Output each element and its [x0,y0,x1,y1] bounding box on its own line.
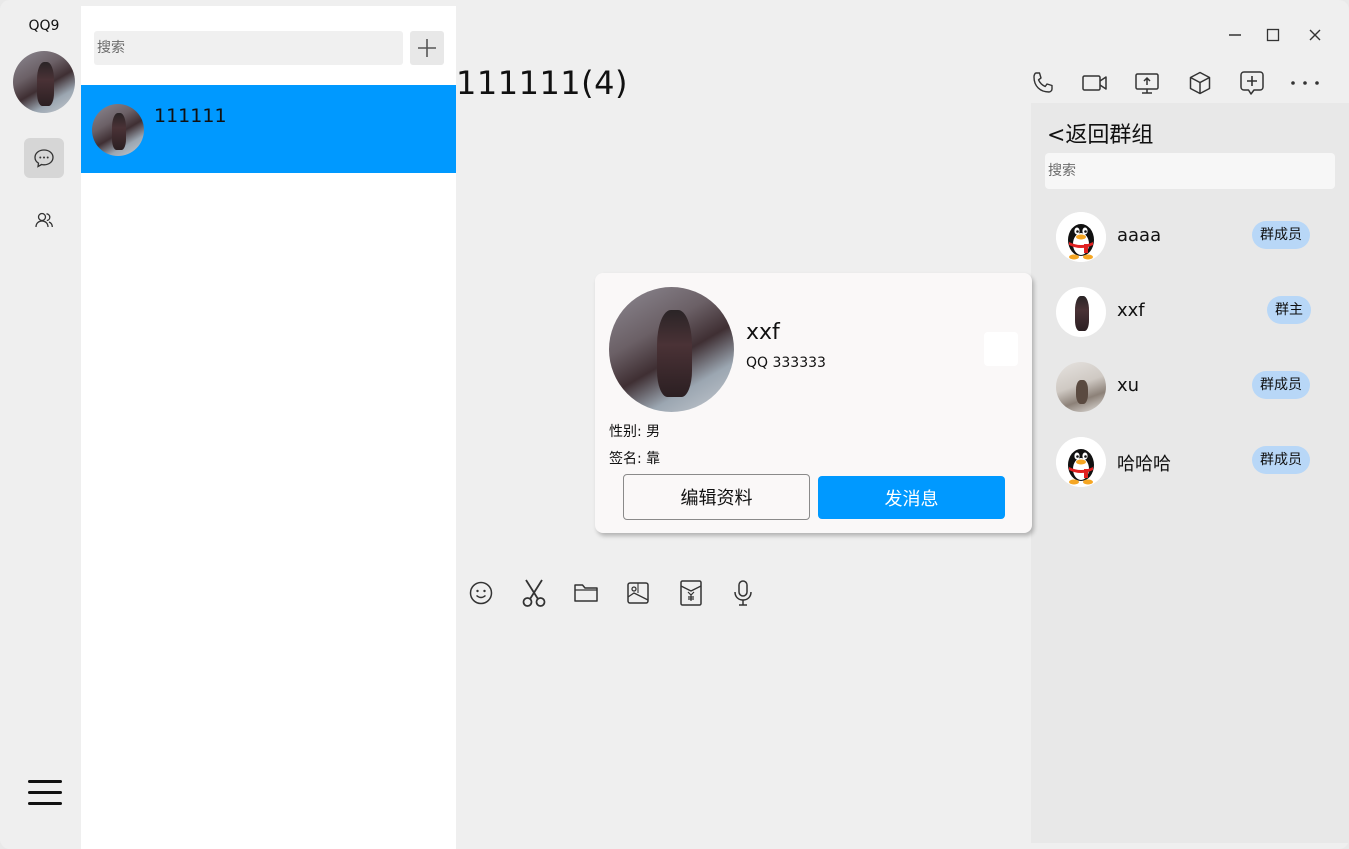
profile-name: xxf [746,320,780,345]
close-button[interactable] [1304,24,1326,46]
profile-extra-button[interactable] [984,332,1018,366]
plus-icon [418,39,436,57]
role-badge: 群成员 [1252,446,1310,474]
member-avatar [1056,287,1106,337]
screen-share-icon [1135,73,1159,94]
chat-list-panel: 111111 [81,6,456,849]
profile-signature: 签名: 靠 [609,451,661,467]
microphone-icon [734,580,752,606]
member-name: aaaa [1117,225,1162,246]
phone-icon [1033,72,1053,93]
emoji-icon [469,581,493,605]
chat-search-box [94,31,403,65]
chat-bubble-icon [34,149,54,168]
member-name: 哈哈哈 [1117,454,1171,475]
member-row[interactable]: xxf 群主 [1031,280,1349,340]
member-row[interactable]: xu 群成员 [1031,355,1349,415]
more-icon [1291,81,1319,85]
file-button[interactable] [571,578,601,608]
chat-item-avatar [92,104,144,156]
app-window: QQ9 111111 [0,0,1349,849]
red-packet-button[interactable] [676,578,706,608]
app-box-button[interactable] [1185,68,1215,98]
maximize-icon [1266,28,1280,42]
voice-call-button[interactable] [1028,68,1058,98]
emoji-button[interactable] [466,578,496,608]
screen-share-button[interactable] [1132,68,1162,98]
profile-qq-number: QQ 333333 [746,355,826,371]
role-badge: 群成员 [1252,371,1310,399]
folder-icon [574,584,598,602]
minimize-button[interactable] [1224,24,1246,46]
group-members-panel: <返回群组 aaaa 群成员 [1031,103,1349,843]
more-button[interactable] [1290,68,1320,98]
messages-nav-button[interactable] [24,138,64,178]
member-name: xxf [1117,300,1145,321]
contacts-icon [35,212,53,228]
penguin-avatar-icon [1056,212,1106,262]
send-message-button[interactable]: 发消息 [818,476,1005,519]
chat-item-name: 111111 [154,105,227,127]
maximize-button[interactable] [1262,24,1284,46]
hamburger-menu-icon[interactable] [28,780,62,810]
role-badge: 群成员 [1252,221,1310,249]
edit-profile-button[interactable]: 编辑资料 [623,474,810,520]
left-rail: QQ9 [0,0,81,849]
profile-gender: 性别: 男 [609,424,661,440]
member-row[interactable]: 哈哈哈 群成员 [1031,430,1349,490]
contacts-nav-button[interactable] [24,200,64,240]
add-chat-button[interactable] [1237,68,1267,98]
profile-card: xxf QQ 333333 性别: 男 签名: 靠 编辑资料 发消息 [595,273,1032,533]
add-button[interactable] [410,31,444,65]
penguin-avatar-icon [1056,437,1106,487]
close-icon [1309,29,1321,41]
member-name: xu [1117,375,1140,396]
chat-search-input[interactable] [94,39,403,57]
screenshot-button[interactable] [519,578,549,608]
add-chat-icon [1240,71,1264,95]
image-icon [627,582,649,604]
voice-message-button[interactable] [728,578,758,608]
scissors-icon [522,579,546,607]
member-row[interactable]: aaaa 群成员 [1031,205,1349,265]
video-call-button[interactable] [1080,68,1110,98]
video-icon [1082,75,1107,91]
chat-title: 111111(4) [456,64,628,102]
back-to-group-link[interactable]: <返回群组 [1047,117,1153,149]
cube-icon [1189,71,1211,95]
app-title: QQ9 [28,18,60,34]
chat-list-item[interactable]: 111111 [81,85,456,173]
minimize-icon [1229,34,1241,36]
image-button[interactable] [623,578,653,608]
member-avatar [1056,362,1106,412]
member-search-box [1045,153,1335,189]
role-badge: 群主 [1267,296,1311,324]
member-search-input[interactable] [1045,162,1335,180]
profile-avatar [609,287,734,412]
user-avatar[interactable] [13,51,75,113]
red-packet-icon [680,580,702,606]
